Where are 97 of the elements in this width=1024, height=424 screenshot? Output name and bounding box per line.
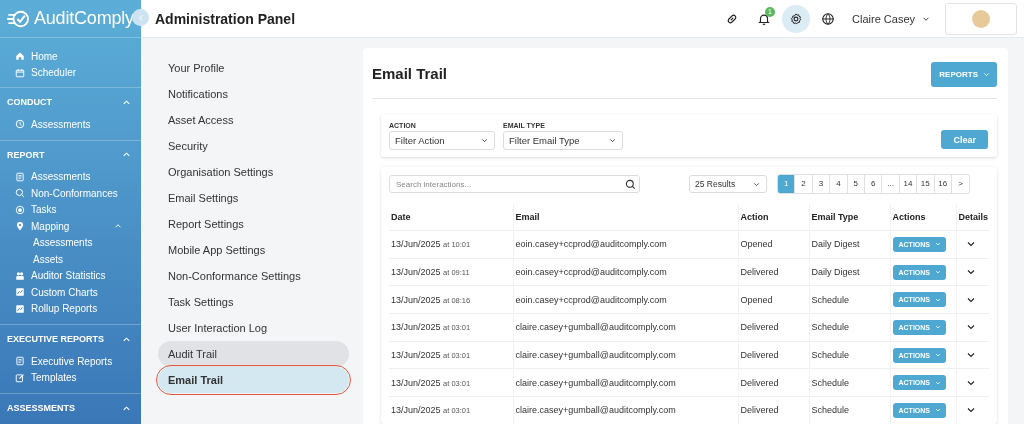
email-type-text: Daily Digest bbox=[811, 267, 860, 278]
page-button[interactable]: 14 bbox=[899, 175, 918, 193]
settings-menu-item[interactable]: Task Settings bbox=[158, 289, 349, 315]
date-text: 13/Jun/2025 bbox=[391, 294, 441, 305]
caret-icon bbox=[480, 136, 489, 145]
app-logo-text: AuditComply bbox=[34, 8, 134, 29]
action-text: Delivered bbox=[740, 322, 779, 333]
email-type-text: Schedule bbox=[811, 377, 850, 388]
sidebar-item[interactable]: Templates bbox=[0, 369, 141, 386]
users-icon bbox=[15, 270, 25, 281]
page-title: Administration Panel bbox=[155, 10, 297, 27]
settings-menu-item[interactable]: Mobile App Settings bbox=[158, 237, 349, 263]
notification-bell-icon bbox=[757, 11, 772, 26]
email-text: eoin.casey+ccprod@auditcomply.com bbox=[515, 239, 667, 250]
settings-menu-item[interactable]: Your Profile bbox=[158, 55, 349, 81]
settings-menu-item[interactable]: Email Trail bbox=[158, 367, 349, 393]
globe-icon bbox=[821, 11, 836, 26]
chart-icon bbox=[15, 303, 25, 314]
avatar bbox=[972, 9, 990, 28]
column-header: Actions bbox=[890, 204, 956, 231]
sidebar-item[interactable]: Rollup Reports bbox=[0, 300, 141, 317]
section-heading: EXECUTIVE REPORTS bbox=[7, 334, 105, 344]
page-button[interactable]: 3 bbox=[812, 175, 831, 193]
filter-dropdown[interactable]: Filter Email Type bbox=[503, 131, 623, 150]
email-type-text: Schedule bbox=[811, 322, 850, 333]
sidebar-item[interactable]: Executive Reports bbox=[0, 353, 141, 370]
email-type-text: Daily Digest bbox=[811, 239, 860, 250]
page-button[interactable]: 15 bbox=[917, 175, 935, 193]
action-text: Opened bbox=[740, 239, 773, 250]
settings-menu-item[interactable]: Email Settings bbox=[158, 185, 349, 211]
settings-menu-item[interactable]: Asset Access bbox=[158, 107, 349, 133]
email-text: claire.casey+gumball@auditcomply.com bbox=[515, 350, 676, 361]
email-text: claire.casey+gumball@auditcomply.com bbox=[515, 405, 676, 416]
circle-icon bbox=[15, 204, 25, 215]
page-button[interactable]: 2 bbox=[795, 175, 813, 193]
chart-icon bbox=[15, 287, 25, 298]
date-text: 13/Jun/2025 bbox=[391, 350, 441, 361]
section-heading: REPORT bbox=[7, 149, 45, 160]
calendar-icon bbox=[15, 67, 25, 78]
section-heading: CONDUCT bbox=[7, 97, 52, 107]
clock-icon bbox=[15, 119, 25, 130]
column-header: Action bbox=[738, 204, 809, 231]
search-icon bbox=[15, 188, 25, 199]
panel-title: Email Trail bbox=[372, 64, 448, 82]
action-text: Opened bbox=[740, 294, 773, 305]
user-menu[interactable]: Claire Casey bbox=[852, 12, 931, 25]
page-button[interactable]: 6 bbox=[864, 175, 883, 193]
email-type-text: Schedule bbox=[811, 350, 850, 361]
sidebar-item[interactable]: Custom Charts bbox=[0, 284, 141, 301]
page-button[interactable]: 5 bbox=[847, 175, 865, 193]
settings-menu-item[interactable]: Notifications bbox=[158, 81, 349, 107]
email-text: claire.casey+gumball@auditcomply.com bbox=[515, 377, 676, 388]
settings-menu-item[interactable]: Organisation Settings bbox=[158, 159, 349, 185]
sidebar-item[interactable]: Assets bbox=[0, 251, 141, 268]
date-text: 13/Jun/2025 bbox=[391, 377, 441, 388]
settings-icon bbox=[789, 11, 804, 26]
home-icon bbox=[15, 51, 25, 62]
settings-menu-item[interactable]: Security bbox=[158, 133, 349, 159]
document-icon bbox=[15, 356, 25, 367]
edit-icon bbox=[15, 372, 25, 383]
search-icon bbox=[625, 178, 636, 190]
action-text: Delivered bbox=[740, 350, 779, 361]
page-button[interactable]: 4 bbox=[830, 175, 848, 193]
search-field[interactable]: Search interactions... bbox=[389, 175, 640, 193]
results-dropdown[interactable]: 25 Results bbox=[689, 175, 767, 193]
sidebar-item[interactable]: Auditor Statistics bbox=[0, 267, 141, 284]
column-header: Email Type bbox=[809, 204, 890, 231]
collapse-sidebar-button[interactable] bbox=[132, 9, 149, 26]
date-text: 13/Jun/2025 bbox=[391, 267, 441, 278]
settings-menu-item[interactable]: Non-Conformance Settings bbox=[158, 263, 349, 289]
date-text: 13/Jun/2025 bbox=[391, 239, 441, 250]
email-type-text: Schedule bbox=[811, 294, 850, 305]
action-text: Delivered bbox=[740, 405, 779, 416]
email-type-text: Schedule bbox=[811, 405, 850, 416]
date-text: 13/Jun/2025 bbox=[391, 322, 441, 333]
email-text: eoin.casey+ccprod@auditcomply.com bbox=[515, 267, 667, 278]
caret-icon bbox=[608, 136, 617, 145]
settings-menu-item[interactable]: Audit Trail bbox=[158, 341, 349, 367]
map-pin-icon bbox=[15, 221, 25, 232]
email-text: eoin.casey+ccprod@auditcomply.com bbox=[515, 294, 667, 305]
section-heading: ASSESSMENTS bbox=[7, 403, 75, 413]
filter-dropdown[interactable]: Filter Action bbox=[389, 131, 495, 150]
settings-menu-item[interactable]: Report Settings bbox=[158, 211, 349, 237]
action-text: Delivered bbox=[740, 377, 779, 388]
header-icon-button[interactable] bbox=[782, 4, 811, 33]
column-header: Details bbox=[956, 204, 989, 231]
action-text: Delivered bbox=[740, 267, 779, 278]
settings-menu-item[interactable]: User Interaction Log bbox=[158, 315, 349, 341]
column-header: Date bbox=[389, 204, 513, 231]
document-icon bbox=[15, 171, 25, 182]
sidebar-item[interactable]: Assessments bbox=[0, 234, 141, 251]
page-button[interactable]: ... bbox=[882, 175, 900, 193]
page-button[interactable]: 16 bbox=[934, 175, 952, 193]
column-header: Email bbox=[513, 204, 738, 231]
date-text: 13/Jun/2025 bbox=[391, 405, 441, 416]
email-text: claire.casey+gumball@auditcomply.com bbox=[515, 322, 676, 333]
next-page-button[interactable]: > bbox=[951, 175, 970, 193]
